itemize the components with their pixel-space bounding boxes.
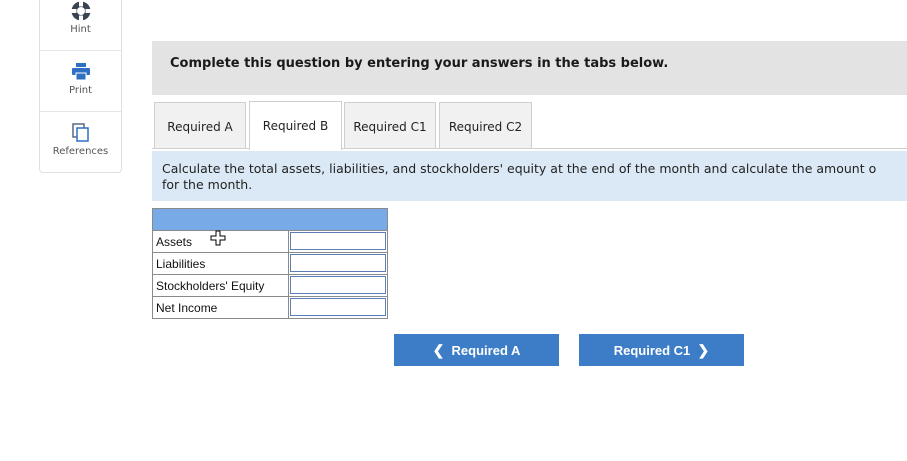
next-button[interactable]: Required C1 ❯ <box>579 334 744 366</box>
table-row: Stockholders' Equity <box>152 274 389 297</box>
table-row: Net Income <box>152 296 389 319</box>
previous-label: Required A <box>451 342 521 358</box>
answer-table: Assets Liabilities Stockholders' Equity … <box>152 208 389 319</box>
tab-required-c1[interactable]: Required C1 <box>344 102 436 148</box>
question-box: Calculate the total assets, liabilities,… <box>152 151 907 201</box>
move-cursor-icon <box>210 230 226 246</box>
row-label-stockholders-equity: Stockholders' Equity <box>152 274 289 297</box>
assets-input[interactable] <box>289 232 386 250</box>
row-label-net-income: Net Income <box>152 296 289 319</box>
tab-required-a[interactable]: Required A <box>154 102 246 148</box>
previous-button[interactable]: ❮ Required A <box>394 334 559 366</box>
question-line-2: for the month. <box>162 177 253 192</box>
table-row: Assets <box>152 230 389 253</box>
chevron-left-icon: ❮ <box>432 341 445 358</box>
net-income-input[interactable] <box>289 298 386 316</box>
print-button[interactable]: Print <box>40 50 121 111</box>
next-label: Required C1 <box>613 342 691 358</box>
tab-bar: Required A Required B Required C1 Requir… <box>152 101 907 151</box>
question-line-1: Calculate the total assets, liabilities,… <box>162 161 877 176</box>
print-label: Print <box>68 85 92 96</box>
chevron-right-icon: ❯ <box>697 341 710 358</box>
row-label-liabilities: Liabilities <box>152 252 289 275</box>
instruction-text: Complete this question by entering your … <box>170 56 669 71</box>
printer-icon <box>71 63 90 81</box>
tools-panel: Hint Print References <box>39 0 122 173</box>
tab-required-b[interactable]: Required B <box>249 101 342 150</box>
table-header <box>152 208 388 231</box>
instruction-bar: Complete this question by entering your … <box>152 41 907 95</box>
tab-required-c2[interactable]: Required C2 <box>439 102 532 148</box>
stockholders-equity-input[interactable] <box>289 276 386 294</box>
lifebuoy-icon <box>71 1 90 21</box>
liabilities-input[interactable] <box>289 254 386 272</box>
references-icon <box>71 123 89 142</box>
references-label: References <box>52 146 109 157</box>
table-row: Liabilities <box>152 252 389 275</box>
hint-label: Hint <box>70 24 91 35</box>
references-button[interactable]: References <box>40 111 121 172</box>
question-text: Calculate the total assets, liabilities,… <box>162 161 907 193</box>
